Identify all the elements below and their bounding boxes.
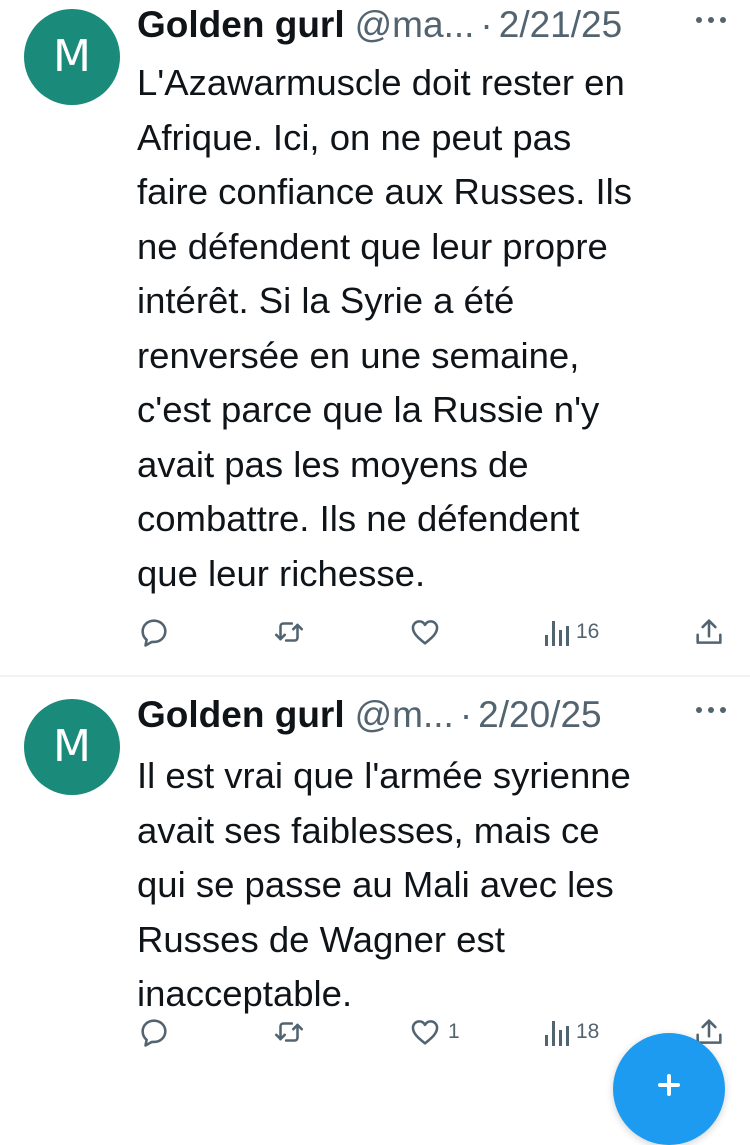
user-handle[interactable]: @ma...	[355, 4, 475, 46]
reply-icon	[137, 1015, 171, 1049]
tweet-text: L'Azawarmuscle doit rester en Afrique. I…	[137, 62, 633, 594]
tweet[interactable]: M Golden gurl @m... · 2/20/25 Il est vra…	[0, 678, 750, 1086]
display-name[interactable]: Golden gurl	[137, 4, 345, 46]
repost-button[interactable]	[272, 1012, 306, 1052]
share-icon	[692, 615, 726, 649]
tweet-divider	[0, 675, 750, 677]
compose-plus-icon	[657, 1073, 681, 1097]
view-count: 18	[576, 1020, 600, 1043]
reply-button[interactable]	[137, 612, 171, 652]
action-bar: 16	[137, 612, 727, 652]
reply-icon	[137, 615, 171, 649]
like-button[interactable]: 1	[408, 1012, 460, 1052]
views-icon	[544, 617, 570, 647]
repost-icon	[272, 615, 306, 649]
tweet[interactable]: M Golden gurl @ma... · 2/21/25 L'Azawarm…	[0, 0, 750, 675]
like-count: 1	[448, 1020, 460, 1043]
more-icon[interactable]	[694, 700, 728, 720]
view-count: 16	[576, 620, 600, 643]
tweet-date[interactable]: 2/21/25	[499, 4, 622, 46]
views-icon	[544, 1017, 570, 1047]
tweet-text: Il est vrai que l'armée syrienne avait s…	[137, 755, 631, 1014]
separator-dot: ·	[459, 694, 473, 735]
repost-button[interactable]	[272, 612, 306, 652]
tweet-header: Golden gurl @ma... · 2/21/25	[137, 4, 726, 54]
display-name[interactable]: Golden gurl	[137, 694, 345, 736]
reply-button[interactable]	[137, 1012, 171, 1052]
share-button[interactable]	[692, 612, 726, 652]
repost-icon	[272, 1015, 306, 1049]
tweet-header: Golden gurl @m... · 2/20/25	[137, 694, 726, 744]
like-icon	[408, 1015, 442, 1049]
more-icon[interactable]	[694, 10, 728, 30]
avatar[interactable]: M	[24, 699, 120, 795]
views-button[interactable]: 16	[544, 612, 599, 652]
tweet-date[interactable]: 2/20/25	[478, 694, 601, 736]
avatar[interactable]: M	[24, 9, 120, 105]
like-icon	[408, 615, 442, 649]
compose-button[interactable]	[613, 1033, 725, 1145]
like-button[interactable]	[408, 612, 448, 652]
views-button[interactable]: 18	[544, 1012, 599, 1052]
separator-dot: ·	[480, 4, 493, 45]
user-handle[interactable]: @m...	[355, 694, 454, 736]
